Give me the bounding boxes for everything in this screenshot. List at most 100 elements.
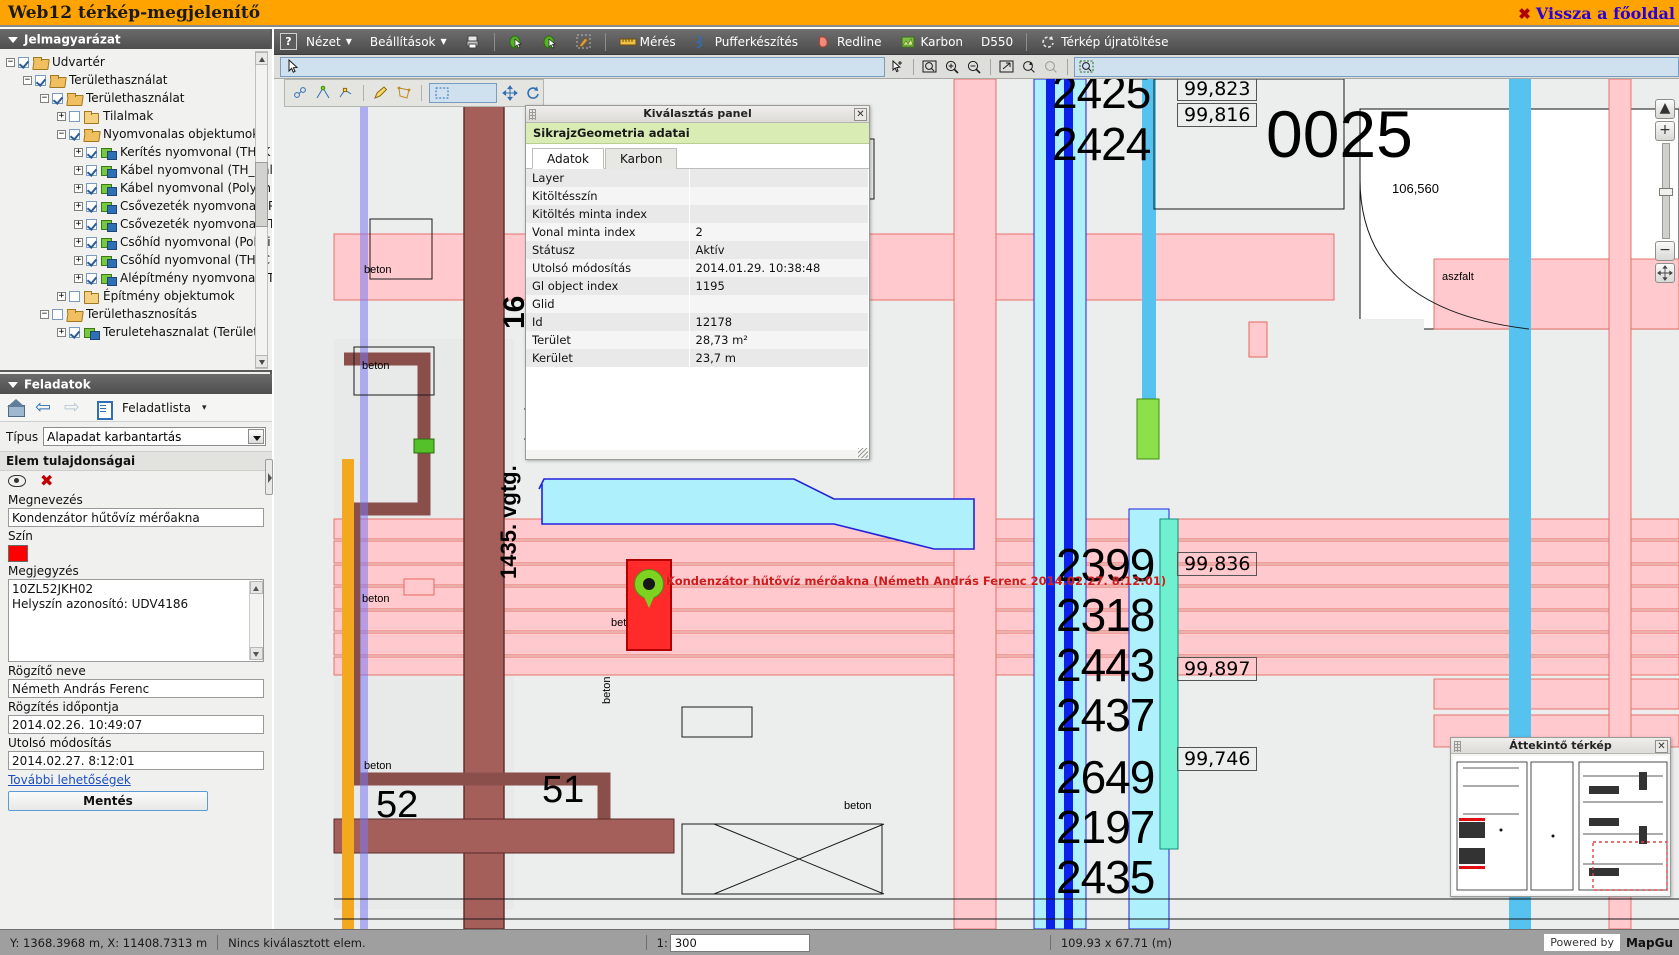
menu-item-print[interactable]	[456, 29, 490, 55]
delete-x-icon[interactable]: ✖	[40, 473, 53, 489]
layer-checkbox[interactable]	[86, 255, 97, 266]
layer-checkbox[interactable]	[86, 201, 97, 212]
expand-plus-icon[interactable]: +	[74, 148, 83, 157]
tree-item[interactable]: − Területhasználat	[4, 71, 272, 89]
menu-item-meres[interactable]: Mérés	[610, 29, 685, 55]
selection-dialog[interactable]: Kiválasztás panel ✕ SikrajzGeometria ada…	[525, 105, 870, 460]
visibility-eye-icon[interactable]	[8, 475, 26, 487]
pan-arrows-icon[interactable]	[1655, 263, 1675, 283]
collapse-minus-icon[interactable]: −	[40, 310, 49, 319]
selection-dialog-titlebar[interactable]: Kiválasztás panel ✕	[526, 106, 869, 123]
tree-item[interactable]: − Területhasználat	[4, 89, 272, 107]
tasks-panel-header[interactable]: Feladatok	[0, 374, 272, 394]
zoom-in-button[interactable]: +	[1655, 121, 1675, 141]
task-list-icon[interactable]	[93, 398, 113, 420]
overview-map-content[interactable]	[1453, 756, 1668, 894]
expand-plus-icon[interactable]: +	[74, 274, 83, 283]
polygon-icon[interactable]	[394, 83, 414, 103]
chevron-down-icon[interactable]: ▾	[202, 403, 207, 413]
name-input[interactable]	[8, 508, 264, 527]
layer-checkbox[interactable]	[35, 75, 46, 86]
snap-icon[interactable]	[313, 83, 333, 103]
tree-item[interactable]: + Teruletehasznalat (Terület	[4, 323, 272, 341]
collapse-minus-icon[interactable]: −	[57, 130, 66, 139]
pencil-icon[interactable]	[371, 83, 391, 103]
menu-item-brush[interactable]	[567, 29, 601, 55]
recorder-input[interactable]	[8, 679, 264, 698]
menu-item-select-green2[interactable]	[533, 29, 567, 55]
expand-plus-icon[interactable]: +	[57, 328, 66, 337]
tab-adatok[interactable]: Adatok	[532, 148, 604, 169]
layer-checkbox[interactable]	[86, 165, 97, 176]
type-select[interactable]: Alapadat karbantartás	[43, 427, 266, 446]
tree-item[interactable]: + Kábel nyomvonal (TH_Kal	[4, 161, 272, 179]
task-list-label[interactable]: Feladatlista	[122, 401, 191, 415]
menu-item-beallitasok[interactable]: Beállítások ▼	[361, 29, 456, 55]
collapse-minus-icon[interactable]: −	[40, 94, 49, 103]
menu-item-select-green[interactable]	[499, 29, 533, 55]
map-canvas[interactable]: 16 1435. vgtg. beton 2425 2424 0025 2399…	[274, 79, 1679, 929]
overview-titlebar[interactable]: Áttekintő térkép ✕	[1451, 738, 1670, 754]
zoom-window-button[interactable]	[920, 57, 940, 77]
home-icon[interactable]	[6, 398, 26, 418]
arrow-right-icon[interactable]: ⇨	[64, 397, 84, 418]
collapse-minus-icon[interactable]: −	[23, 76, 32, 85]
zoom-in-button[interactable]	[942, 57, 962, 77]
tree-item[interactable]: + Építmény objektumok	[4, 287, 272, 305]
more-options-link[interactable]: További lehetőségek	[0, 770, 272, 790]
pan-up-button[interactable]: ▲	[1655, 99, 1675, 119]
tree-item[interactable]: − Területhasznosítás	[4, 305, 272, 323]
arrow-left-icon[interactable]: ⇦	[35, 397, 55, 418]
legend-tree-scrollbar[interactable]	[255, 51, 268, 369]
scroll-down-arrow[interactable]	[250, 647, 263, 660]
menu-item-pufferkeszites[interactable]: Pufferkészítés	[685, 29, 807, 55]
layer-checkbox[interactable]	[69, 327, 80, 338]
layer-checkbox[interactable]	[86, 147, 97, 158]
expand-plus-icon[interactable]: +	[74, 184, 83, 193]
drag-grip-icon[interactable]	[1454, 741, 1461, 752]
collapse-minus-icon[interactable]: −	[6, 58, 15, 67]
menu-item-d550[interactable]: D550	[972, 29, 1022, 55]
tree-item[interactable]: + Csőhíd nyomvonal (TH_C	[4, 251, 272, 269]
vertex-icon[interactable]	[336, 83, 356, 103]
layer-checkbox[interactable]	[69, 129, 80, 140]
legend-panel-header[interactable]: Jelmagyarázat	[0, 29, 270, 49]
zoom-slider-knob[interactable]	[1659, 188, 1673, 196]
zoom-previous-button[interactable]	[1019, 57, 1039, 77]
resize-handle[interactable]	[858, 448, 868, 458]
select-pointer-button[interactable]	[280, 56, 885, 77]
layer-checkbox[interactable]	[18, 57, 29, 68]
layer-checkbox[interactable]	[69, 111, 80, 122]
scroll-down-arrow[interactable]	[255, 355, 268, 368]
tree-item[interactable]: + Csővezeték nyomvonal (P	[4, 197, 272, 215]
zoom-extent-button[interactable]	[997, 57, 1017, 77]
layer-checkbox[interactable]	[52, 93, 63, 104]
map-pin-icon[interactable]	[634, 569, 666, 613]
legend-tree[interactable]: − Udvartér − Területhasználat − Területhaszná…	[0, 49, 272, 341]
pan-hand-button[interactable]	[887, 57, 907, 77]
expand-plus-icon[interactable]: +	[74, 166, 83, 175]
save-button[interactable]: Mentés	[8, 791, 208, 811]
expand-plus-icon[interactable]: +	[57, 292, 66, 301]
note-scrollbar[interactable]	[249, 581, 263, 660]
overview-map-panel[interactable]: Áttekintő térkép ✕	[1450, 737, 1671, 897]
tree-item[interactable]: + Kerítés nyomvonal (TH_K	[4, 143, 272, 161]
note-textarea[interactable]: 10ZL52JKH02 Helyszín azonosító: UDV4186	[8, 579, 264, 662]
layer-checkbox[interactable]	[69, 291, 80, 302]
zoom-out-button[interactable]: −	[1655, 241, 1675, 261]
menu-item-nezet[interactable]: Nézet ▼	[297, 29, 361, 55]
menu-item-redline[interactable]: Redline	[807, 29, 890, 55]
tree-item[interactable]: − Nyomvonalas objektumok	[4, 125, 272, 143]
tree-item[interactable]: + Alépítmény nyomvonal (T	[4, 269, 272, 287]
move-icon[interactable]	[500, 83, 520, 103]
help-button[interactable]: ?	[280, 33, 297, 50]
scroll-thumb[interactable]	[255, 162, 268, 227]
tree-item[interactable]: + Csőhíd nyomvonal (Polyli	[4, 233, 272, 251]
tree-item[interactable]: − Udvartér	[4, 53, 272, 71]
close-icon[interactable]: ✕	[1655, 740, 1668, 753]
tree-item[interactable]: + Csővezeték nyomvonal (T	[4, 215, 272, 233]
tree-item[interactable]: + Kábel nyomvonal (Polylin	[4, 179, 272, 197]
tree-item[interactable]: + Tilalmak	[4, 107, 272, 125]
close-icon[interactable]: ✕	[854, 108, 867, 121]
panel-splitter-handle[interactable]	[265, 459, 273, 495]
